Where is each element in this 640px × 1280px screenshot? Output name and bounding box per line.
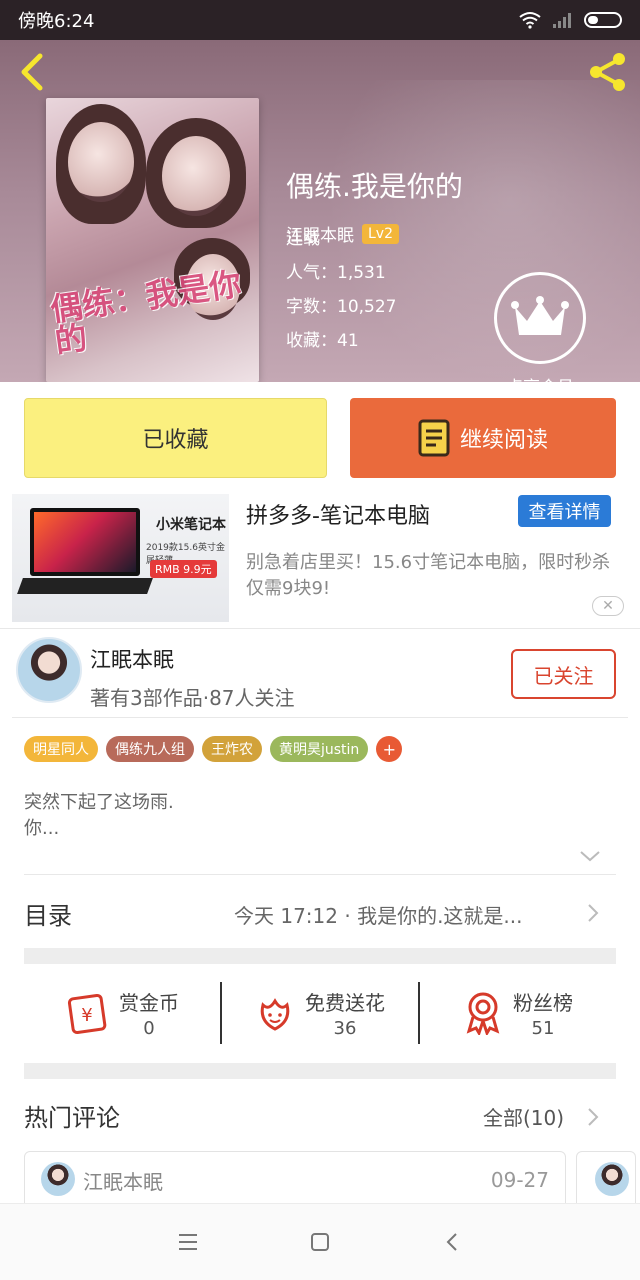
chevron-down-icon[interactable] — [578, 848, 602, 864]
continue-reading-label: 继续阅读 — [459, 428, 548, 453]
comment-user[interactable]: 江眠本眠 — [83, 1166, 163, 1195]
medal-icon — [466, 992, 500, 1035]
comment-card[interactable] — [576, 1151, 636, 1211]
svg-text:¥: ¥ — [81, 1005, 92, 1026]
flower-icon — [260, 998, 290, 1031]
hot-comments-title: 热门评论 — [24, 1104, 120, 1132]
section-separator — [24, 1063, 616, 1079]
ad-title[interactable]: 拼多多-笔记本电脑 — [246, 498, 430, 530]
stat-label: 免费送花 — [305, 991, 385, 1015]
back-arrow-icon[interactable] — [14, 52, 54, 92]
popularity: 人气：1,531 — [286, 263, 386, 283]
status-time: 傍晚6:24 — [18, 11, 95, 32]
status-bar: 傍晚6:24 — [0, 0, 640, 40]
stat-label: 赏金币 — [119, 991, 179, 1015]
battery-icon — [584, 12, 622, 28]
share-icon[interactable] — [586, 50, 630, 94]
book-header: 偶练：我是你的 偶练.我是你的 江眠本眠 Lv2 连载 人气：1,531 字数：… — [0, 40, 640, 382]
author-avatar[interactable] — [16, 637, 82, 703]
chevron-right-icon[interactable] — [586, 902, 600, 924]
section-separator — [24, 948, 616, 964]
divider — [24, 874, 616, 875]
comment-date: 09-27 — [490, 1168, 549, 1192]
all-comments-link[interactable]: 全部(10) — [483, 1102, 564, 1131]
system-nav-bar — [0, 1203, 640, 1280]
signal-icon — [553, 13, 571, 28]
wifi-icon — [519, 12, 541, 29]
cover-title-art: 偶练：我是你的 — [48, 264, 244, 361]
vip-crown-button[interactable] — [494, 272, 586, 364]
tag-item[interactable]: 王炸农 — [202, 736, 262, 762]
book-title: 偶练.我是你的 — [286, 170, 463, 203]
catalog-label[interactable]: 目录 — [24, 896, 72, 931]
avatar[interactable] — [41, 1162, 75, 1196]
ad-detail-button[interactable]: 查看详情 — [518, 495, 611, 527]
summary-line: 你... — [24, 818, 60, 839]
coin-envelope-icon: ¥ — [67, 993, 107, 1035]
summary-line: 突然下起了这场雨. — [24, 792, 174, 813]
back-icon[interactable] — [441, 1231, 463, 1253]
laptop-picture — [30, 508, 140, 576]
follow-button[interactable]: 已关注 — [511, 649, 616, 699]
author-name[interactable]: 江眠本眠 — [90, 644, 174, 674]
vip-label[interactable]: 点亮会员 — [496, 373, 584, 382]
reward-stats-row: ¥ 赏金币 0 免费送花 36 粉丝榜 51 — [24, 982, 616, 1044]
tag-item[interactable]: 明星同人 — [24, 736, 98, 762]
free-flower-button[interactable]: 免费送花 36 — [220, 982, 418, 1044]
home-icon[interactable] — [309, 1231, 331, 1253]
reward-coins-button[interactable]: ¥ 赏金币 0 — [24, 982, 220, 1044]
ad-image[interactable]: 小米笔记本 2019款15.6英寸金属轻薄 RMB 9.9元 — [12, 494, 229, 622]
favorite-count: 收藏：41 — [286, 331, 359, 351]
crown-icon — [511, 296, 569, 335]
status-icons — [518, 11, 622, 29]
tag-list: 明星同人 偶练九人组 王炸农 黄明昊justin + — [24, 736, 403, 762]
tag-item[interactable]: 黄明昊justin — [270, 736, 369, 762]
book-cover[interactable]: 偶练：我是你的 — [46, 98, 259, 382]
tag-item[interactable]: 偶练九人组 — [106, 736, 194, 762]
book-icon — [418, 419, 450, 457]
chevron-right-icon[interactable] — [586, 1106, 600, 1128]
ad-image-title: 小米笔记本 — [156, 517, 226, 533]
ad-description: 别急着店里买！15.6寸笔记本电脑，限时秒杀仅需9块9! — [246, 552, 611, 599]
collected-button[interactable]: 已收藏 — [24, 398, 327, 478]
stat-value: 0 — [143, 1018, 155, 1039]
continue-reading-button[interactable]: 继续阅读 — [350, 398, 616, 478]
catalog-latest-chapter[interactable]: 今天 17:12 · 我是你的.这就是... — [234, 900, 523, 929]
comment-card[interactable]: 江眠本眠 09-27 — [24, 1151, 566, 1211]
author-stats: 著有3部作品·87人关注 — [90, 686, 295, 710]
divider — [0, 628, 640, 629]
serial-status: 连载 — [286, 229, 320, 249]
divider — [12, 717, 628, 718]
avatar[interactable] — [595, 1162, 629, 1196]
menu-icon[interactable] — [177, 1232, 199, 1252]
fan-ranking-button[interactable]: 粉丝榜 51 — [418, 982, 616, 1044]
stat-label: 粉丝榜 — [513, 991, 573, 1015]
level-badge: Lv2 — [362, 223, 399, 244]
stat-value: 36 — [333, 1018, 357, 1039]
stat-value: 51 — [531, 1018, 555, 1039]
ad-close-icon[interactable]: ✕ — [592, 596, 624, 616]
book-summary[interactable]: 突然下起了这场雨. 你... — [24, 790, 174, 842]
add-tag-button[interactable]: + — [376, 736, 403, 762]
word-count: 字数：10,527 — [286, 297, 397, 317]
ad-image-price: RMB 9.9元 — [150, 560, 217, 578]
